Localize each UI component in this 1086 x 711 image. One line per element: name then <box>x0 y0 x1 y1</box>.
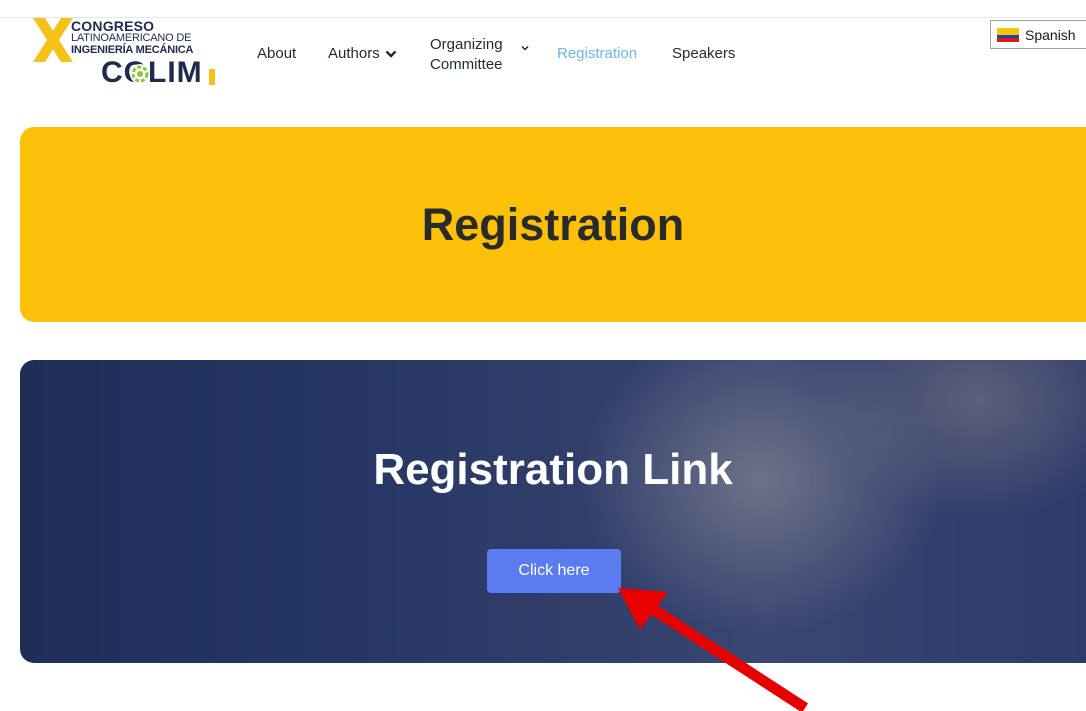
colim-logo[interactable]: CONGRESO LATINOAMERICANO DE INGENIERÍA M… <box>33 14 225 92</box>
logo-accent-bar <box>209 69 215 85</box>
nav-about[interactable]: About <box>257 45 296 62</box>
logo-line-latinoamericano: LATINOAMERICANO DE <box>71 32 192 44</box>
site-header: CONGRESO LATINOAMERICANO DE INGENIERÍA M… <box>0 0 1086 100</box>
logo-x-mark <box>33 18 73 62</box>
chevron-down-icon[interactable] <box>520 43 530 53</box>
red-arrow-icon <box>618 588 808 711</box>
nav-registration[interactable]: Registration <box>557 45 637 62</box>
nav-organizing-committee[interactable]: Organizing Committee <box>430 35 503 75</box>
nav-authors-label: Authors <box>328 45 380 62</box>
nav-authors[interactable]: Authors <box>328 45 397 62</box>
language-label: Spanish <box>1025 26 1076 43</box>
logo-wordmark: COLIM <box>101 56 203 89</box>
registration-link-heading: Registration Link <box>373 445 733 494</box>
chevron-down-icon <box>385 50 397 58</box>
nav-organizing-line2: Committee <box>430 56 503 73</box>
logo-line-ingenieria: INGENIERÍA MECÁNICA <box>71 44 194 56</box>
nav-speakers[interactable]: Speakers <box>672 45 735 62</box>
registration-link-card: Registration Link Click here <box>20 360 1086 663</box>
registration-banner: Registration <box>20 127 1086 322</box>
gear-icon <box>130 64 150 84</box>
nav-organizing-line1: Organizing <box>430 36 503 53</box>
language-selector[interactable]: Spanish <box>990 20 1086 49</box>
click-here-button[interactable]: Click here <box>487 549 621 593</box>
colombia-flag-icon <box>997 27 1019 42</box>
page-title: Registration <box>421 198 685 250</box>
